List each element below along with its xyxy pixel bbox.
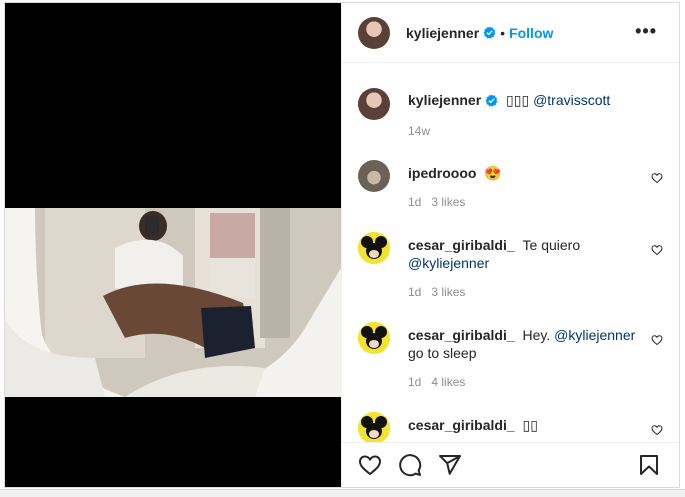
- comment-meta: 1d 3 likes: [408, 195, 475, 209]
- more-options-icon[interactable]: •••: [635, 22, 657, 40]
- comment-icon[interactable]: [398, 453, 422, 477]
- post-photo: [5, 208, 341, 397]
- comment-like-heart-icon[interactable]: [651, 172, 663, 184]
- comment-item: cesar_giribaldi_ Te quiero @kyliejenner …: [358, 232, 663, 304]
- photo-image: [5, 208, 341, 397]
- post-modal: kyliejenner • Follow ••• kyliejenner ▯▯▯…: [4, 2, 680, 488]
- caption-body: ▯▯▯: [506, 92, 534, 108]
- comment-item: cesar_giribaldi_ ▯▯: [358, 412, 663, 443]
- comment-like-heart-icon[interactable]: [651, 424, 663, 436]
- comment-time[interactable]: 1d: [408, 285, 421, 299]
- comment-likes[interactable]: 3 likes: [431, 285, 465, 299]
- comments-list[interactable]: kyliejenner ▯▯▯ @travisscott 14w ipedroo…: [342, 64, 679, 443]
- comment-likes[interactable]: 3 likes: [431, 195, 465, 209]
- comment-body: ▯▯: [522, 417, 538, 433]
- comment-username[interactable]: ipedroooo: [408, 165, 476, 181]
- mickey-avatar-icon: [358, 232, 390, 264]
- caption-avatar[interactable]: [358, 88, 390, 120]
- comment-username[interactable]: cesar_giribaldi_: [408, 327, 515, 343]
- mickey-avatar-icon: [358, 412, 390, 443]
- commenter-avatar[interactable]: [358, 232, 390, 264]
- comment-meta: 1d 4 likes: [408, 375, 475, 389]
- follow-button[interactable]: Follow: [509, 25, 553, 41]
- comment-username[interactable]: cesar_giribaldi_: [408, 417, 515, 433]
- caption: kyliejenner ▯▯▯ @travisscott 14w: [358, 88, 663, 144]
- post-panel: kyliejenner • Follow ••• kyliejenner ▯▯▯…: [341, 3, 679, 487]
- post-media[interactable]: [5, 3, 341, 487]
- comment-text: cesar_giribaldi_ ▯▯: [408, 416, 637, 434]
- mickey-avatar-icon: [358, 322, 390, 354]
- comment-time[interactable]: 1d: [408, 195, 421, 209]
- comment-username[interactable]: cesar_giribaldi_: [408, 237, 515, 253]
- comment-text: cesar_giribaldi_ Te quiero @kyliejenner: [408, 236, 637, 272]
- verified-badge-icon: [483, 26, 496, 39]
- comment-item: ipedroooo 😍 1d 3 likes: [358, 160, 663, 216]
- action-bar: [342, 442, 679, 487]
- comment-mention[interactable]: @kyliejenner: [408, 255, 489, 271]
- like-heart-icon[interactable]: [358, 453, 382, 477]
- comment-meta: 1d 3 likes: [408, 285, 475, 299]
- verified-badge-icon: [485, 94, 498, 107]
- comment-likes[interactable]: 4 likes: [431, 375, 465, 389]
- caption-username[interactable]: kyliejenner: [408, 92, 481, 108]
- comment-body: 😍: [484, 165, 502, 181]
- comment-text: cesar_giribaldi_ Hey. @kyliejenner go to…: [408, 326, 637, 362]
- share-icon[interactable]: [438, 453, 462, 477]
- commenter-avatar[interactable]: [358, 412, 390, 443]
- comment-item: cesar_giribaldi_ Hey. @kyliejenner go to…: [358, 322, 663, 394]
- separator-dot: •: [500, 24, 506, 41]
- caption-text: kyliejenner ▯▯▯ @travisscott: [408, 91, 637, 109]
- author-avatar[interactable]: [358, 16, 390, 49]
- comment-like-heart-icon[interactable]: [651, 334, 663, 346]
- caption-time[interactable]: 14w: [408, 124, 430, 138]
- author-username[interactable]: kyliejenner: [406, 25, 479, 41]
- comment-like-heart-icon[interactable]: [651, 244, 663, 256]
- comment-body: Hey.: [522, 327, 551, 343]
- bookmark-icon[interactable]: [637, 453, 661, 477]
- caption-meta: 14w: [408, 124, 440, 138]
- comment-mention[interactable]: @kyliejenner: [554, 327, 635, 343]
- comment-body: Te quiero: [522, 237, 581, 253]
- caption-mention[interactable]: @travisscott: [533, 92, 610, 108]
- window-bottom-edge: [0, 489, 685, 497]
- commenter-avatar[interactable]: [358, 160, 390, 192]
- comment-text: ipedroooo 😍: [408, 164, 637, 182]
- post-header: kyliejenner • Follow •••: [342, 3, 679, 63]
- comment-body-cont: go to sleep: [408, 345, 477, 361]
- comment-time[interactable]: 1d: [408, 375, 421, 389]
- commenter-avatar[interactable]: [358, 322, 390, 354]
